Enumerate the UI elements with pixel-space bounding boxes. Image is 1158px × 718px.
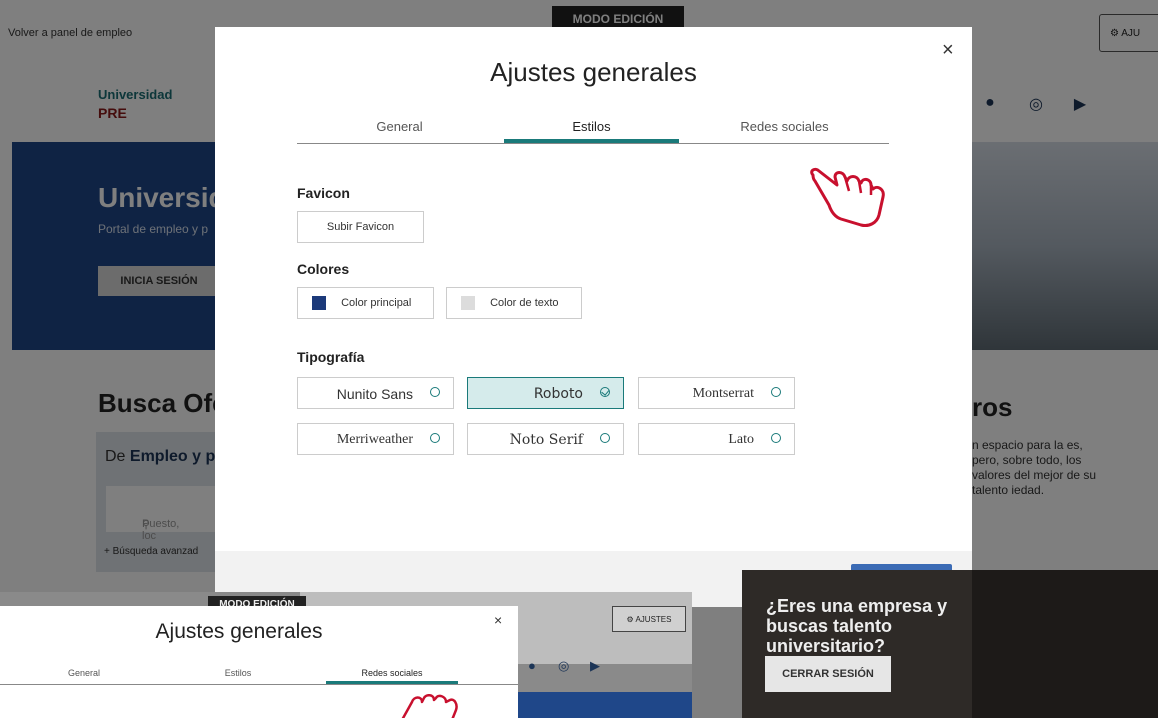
second-settings-tabs: General Estilos Redes sociales (0, 664, 518, 685)
second-screenshot: MODO EDICIÓN ⚙ AJUSTES ● ◎ ▶ × Ajustes g… (0, 592, 692, 718)
tab-general[interactable]: General (14, 668, 154, 678)
font-option-noto-serif[interactable]: Noto Serif (467, 423, 624, 455)
tab-social-networks[interactable]: Redes sociales (322, 668, 462, 678)
pointing-hand-icon (810, 167, 885, 227)
tab-styles[interactable]: Estilos (168, 668, 308, 678)
second-settings-button[interactable]: ⚙ AJUSTES (612, 606, 686, 632)
settings-tabs: General Estilos Redes sociales (297, 115, 889, 144)
text-color-swatch (461, 296, 475, 311)
company-card-title: ¿Eres una empresa y buscas talento unive… (766, 596, 948, 656)
modal-title: Ajustes generales (490, 57, 697, 87)
instagram-icon[interactable]: ◎ (558, 658, 569, 674)
active-tab-indicator (504, 139, 679, 143)
check-circle-icon (600, 387, 610, 397)
logout-button[interactable]: CERRAR SESIÓN (765, 656, 891, 692)
youtube-icon[interactable]: ▶ (590, 658, 600, 674)
typography-heading: Tipografía (297, 349, 365, 365)
colors-heading: Colores (297, 261, 350, 277)
primary-color-swatch (312, 296, 326, 311)
close-icon[interactable]: × (494, 612, 502, 628)
second-settings-modal: × Ajustes generales General Estilos Rede… (0, 606, 518, 718)
radio-icon (430, 433, 440, 443)
tab-social-networks[interactable]: Redes sociales (697, 119, 872, 134)
font-option-lato[interactable]: Lato (638, 423, 795, 455)
radio-icon (771, 387, 781, 397)
upload-favicon-button[interactable]: Subir Favicon (297, 211, 424, 243)
font-option-roboto[interactable]: Roboto (467, 377, 624, 409)
radio-icon (771, 433, 781, 443)
radio-icon (600, 433, 610, 443)
text-color-button[interactable]: Color de texto (446, 287, 582, 319)
tab-styles[interactable]: Estilos (504, 119, 679, 134)
radio-icon (430, 387, 440, 397)
active-tab-indicator (326, 681, 458, 684)
pointing-hand-icon (401, 694, 458, 718)
general-settings-modal: × Ajustes generales General Estilos Rede… (215, 27, 972, 607)
font-option-nunito-sans[interactable]: Nunito Sans (297, 377, 454, 409)
tab-general[interactable]: General (312, 119, 487, 134)
facebook-icon[interactable]: ● (528, 658, 536, 673)
second-modal-title: Ajustes generales (155, 620, 323, 643)
primary-color-button[interactable]: Color principal (297, 287, 434, 319)
favicon-heading: Favicon (297, 185, 350, 201)
font-option-merriweather[interactable]: Merriweather (297, 423, 454, 455)
font-option-montserrat[interactable]: Montserrat (638, 377, 795, 409)
